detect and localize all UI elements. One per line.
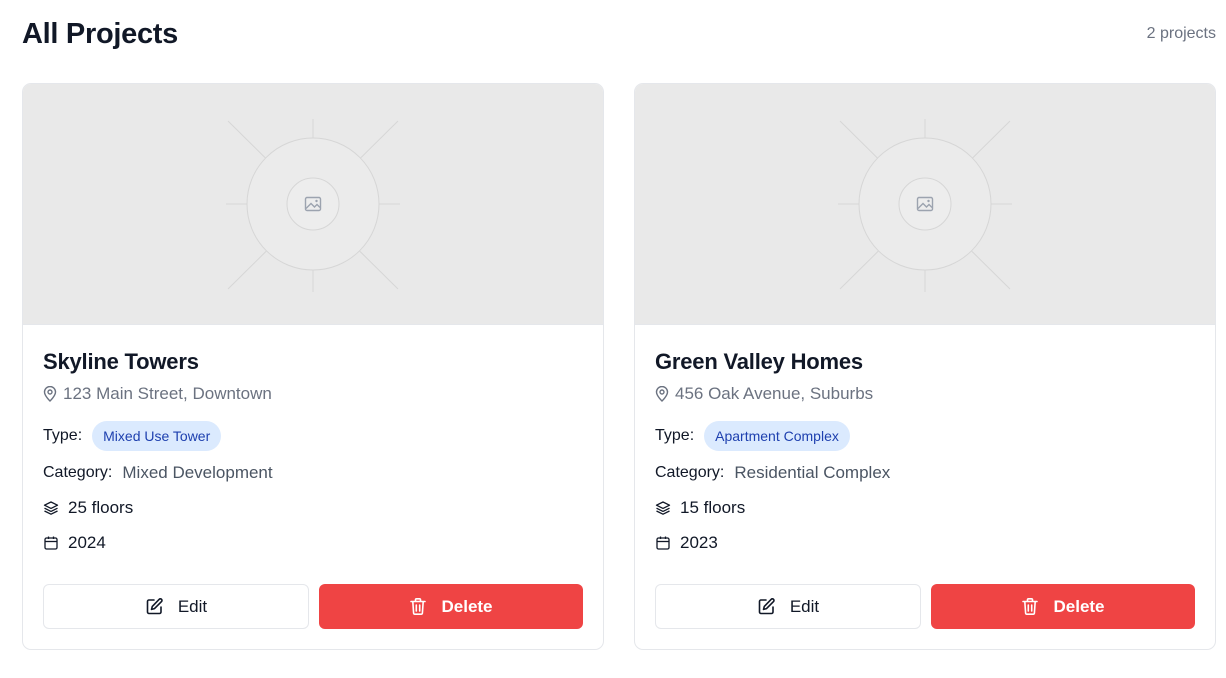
- project-type-row: Type: Apartment Complex: [655, 421, 1195, 451]
- project-floors: 25 floors: [68, 498, 134, 517]
- project-floors-row: 15 floors: [655, 496, 1195, 520]
- project-year-row: 2024: [43, 531, 583, 555]
- project-address: 123 Main Street, Downtown: [63, 384, 272, 403]
- project-count: 2 projects: [1146, 25, 1216, 42]
- project-floors-row: 25 floors: [43, 496, 583, 520]
- project-card-body: Green Valley Homes 456 Oak Avenue, Subur…: [635, 325, 1215, 555]
- category-value: Residential Complex: [734, 463, 891, 482]
- image-icon: [916, 195, 934, 213]
- type-badge: Mixed Use Tower: [92, 421, 222, 451]
- type-label: Type:: [43, 427, 83, 444]
- project-card: Green Valley Homes 456 Oak Avenue, Subur…: [634, 83, 1216, 650]
- project-card: Skyline Towers 123 Main Street, Downtown…: [22, 83, 604, 650]
- delete-button-label: Delete: [441, 596, 493, 616]
- delete-button[interactable]: Delete: [319, 584, 583, 629]
- layers-icon: [655, 500, 671, 516]
- project-year: 2023: [680, 533, 718, 552]
- project-type-row: Type: Mixed Use Tower: [43, 421, 583, 451]
- project-name: Skyline Towers: [43, 349, 199, 374]
- project-category-row: Category: Mixed Development: [43, 461, 583, 485]
- project-address-row: 456 Oak Avenue, Suburbs: [655, 384, 1195, 404]
- project-category-row: Category: Residential Complex: [655, 461, 1195, 485]
- project-year: 2024: [68, 533, 106, 552]
- category-label: Category:: [43, 464, 113, 481]
- calendar-icon: [43, 535, 59, 551]
- edit-icon: [145, 597, 164, 616]
- project-name: Green Valley Homes: [655, 349, 863, 374]
- map-pin-icon: [655, 386, 669, 402]
- layers-icon: [43, 500, 59, 516]
- category-label: Category:: [655, 464, 725, 481]
- type-badge: Apartment Complex: [704, 421, 850, 451]
- project-floors: 15 floors: [680, 498, 746, 517]
- project-actions: Edit Delete: [43, 584, 583, 629]
- projects-grid: Skyline Towers 123 Main Street, Downtown…: [22, 83, 1216, 650]
- projects-page: All Projects 2 projects Skyline Towers 1…: [0, 0, 1226, 678]
- edit-button[interactable]: Edit: [43, 584, 309, 629]
- project-card-body: Skyline Towers 123 Main Street, Downtown…: [23, 325, 603, 555]
- image-icon: [304, 195, 322, 213]
- page-title: All Projects: [22, 17, 178, 50]
- category-value: Mixed Development: [122, 463, 273, 482]
- type-label: Type:: [655, 427, 695, 444]
- trash-icon: [409, 597, 427, 616]
- map-pin-icon: [43, 386, 57, 402]
- edit-button[interactable]: Edit: [655, 584, 921, 629]
- page-header: All Projects 2 projects: [22, 14, 1216, 54]
- calendar-icon: [655, 535, 671, 551]
- project-address-row: 123 Main Street, Downtown: [43, 384, 583, 404]
- project-image-placeholder: [23, 84, 603, 325]
- project-image-placeholder: [635, 84, 1215, 325]
- edit-button-label: Edit: [177, 596, 208, 616]
- trash-icon: [1021, 597, 1039, 616]
- project-address: 456 Oak Avenue, Suburbs: [675, 384, 874, 403]
- delete-button-label: Delete: [1053, 596, 1105, 616]
- edit-button-label: Edit: [789, 596, 820, 616]
- edit-icon: [757, 597, 776, 616]
- project-actions: Edit Delete: [655, 584, 1195, 629]
- project-year-row: 2023: [655, 531, 1195, 555]
- delete-button[interactable]: Delete: [931, 584, 1195, 629]
